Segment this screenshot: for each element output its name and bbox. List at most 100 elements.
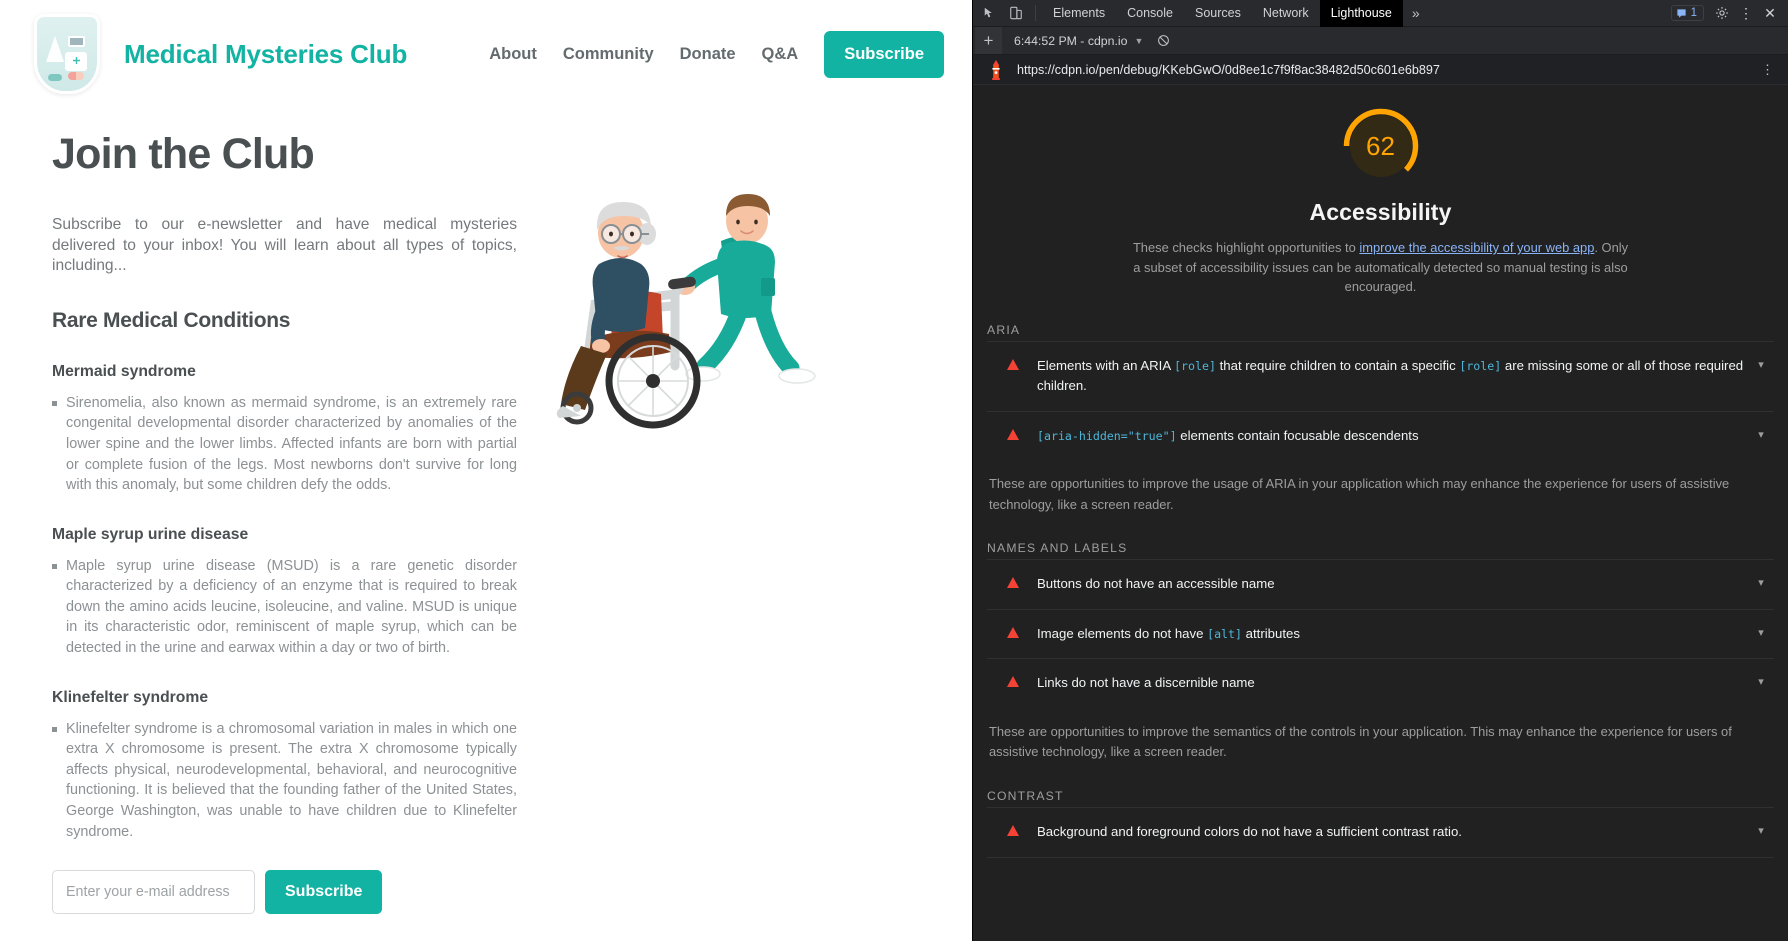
chevron-down-icon[interactable]: ▾ bbox=[1754, 576, 1768, 589]
list-item: Klinefelter syndrome is a chromosomal va… bbox=[52, 719, 517, 843]
audit-row[interactable]: Buttons do not have an accessible name ▾ bbox=[987, 559, 1774, 608]
main-nav: About Community Donate Q&A Subscribe bbox=[489, 30, 944, 78]
audit-text-part: Links do not have a discernible name bbox=[1037, 675, 1255, 691]
audit-row[interactable]: [aria-hidden="true"] elements contain fo… bbox=[987, 410, 1774, 460]
kebab-menu-icon[interactable]: ⋮ bbox=[1757, 62, 1778, 78]
audit-text-part: Buttons do not have an accessible name bbox=[1037, 576, 1275, 592]
audit-title: Background and foreground colors do not … bbox=[1037, 822, 1754, 842]
nav-item-about[interactable]: About bbox=[489, 45, 537, 64]
audit-code-part: [role] bbox=[1459, 358, 1502, 373]
condition-list: Maple syrup urine disease (MSUD) is a ra… bbox=[52, 556, 517, 659]
fail-warning-icon bbox=[1007, 825, 1019, 837]
tab-lighthouse[interactable]: Lighthouse bbox=[1319, 0, 1403, 27]
nav-item-qa[interactable]: Q&A bbox=[762, 45, 799, 64]
audit-row[interactable]: Elements with an ARIA [role] that requir… bbox=[987, 340, 1774, 411]
condition-list: Sirenomelia, also known as mermaid syndr… bbox=[52, 393, 517, 496]
audit-title: Image elements do not have [alt] attribu… bbox=[1037, 624, 1754, 644]
lighthouse-subbar: + 6:44:52 PM - cdpn.io ▼ bbox=[973, 27, 1788, 55]
content-column: Subscribe to our e-newsletter and have m… bbox=[52, 215, 517, 941]
audit-code-part: [role] bbox=[1174, 358, 1216, 373]
fail-warning-icon bbox=[1007, 428, 1019, 440]
chevron-down-icon[interactable]: ▾ bbox=[1754, 824, 1768, 837]
chevron-down-icon[interactable]: ▾ bbox=[1754, 626, 1768, 639]
report-run-selector[interactable]: 6:44:52 PM - cdpn.io ▼ bbox=[1014, 34, 1143, 48]
audit-text-part: attributes bbox=[1242, 625, 1300, 641]
nurse-pushing-elderly-man-in-wheelchair-illustration bbox=[525, 186, 830, 446]
gear-icon[interactable] bbox=[1710, 1, 1734, 25]
nav-item-donate[interactable]: Donate bbox=[680, 45, 736, 64]
chevron-down-icon[interactable]: ▾ bbox=[1754, 675, 1768, 688]
condition-title: Klinefelter syndrome bbox=[52, 688, 209, 706]
audit-title: [aria-hidden="true"] elements contain fo… bbox=[1037, 426, 1754, 446]
report-run-label: 6:44:52 PM - cdpn.io bbox=[1014, 33, 1128, 48]
audit-row[interactable]: Background and foreground colors do not … bbox=[987, 807, 1774, 858]
console-message-count[interactable]: 1 bbox=[1670, 5, 1704, 21]
group-description: These are opportunities to improve the u… bbox=[989, 476, 1730, 512]
fail-warning-icon bbox=[1007, 626, 1019, 638]
category-description: These checks highlight opportunities to … bbox=[1128, 238, 1633, 297]
audit-title: Elements with an ARIA [role] that requir… bbox=[1037, 356, 1754, 397]
audit-title: Buttons do not have an accessible name bbox=[1037, 574, 1754, 594]
message-count-value: 1 bbox=[1690, 7, 1697, 19]
chevron-down-icon[interactable]: ▾ bbox=[1754, 428, 1768, 441]
kebab-menu-icon[interactable]: ⋮ bbox=[1734, 1, 1758, 25]
report-url-bar: https://cdpn.io/pen/debug/KKebGwO/0d8ee1… bbox=[973, 55, 1788, 85]
close-icon[interactable]: ✕ bbox=[1758, 1, 1782, 25]
report-url: https://cdpn.io/pen/debug/KKebGwO/0d8ee1… bbox=[1017, 62, 1440, 77]
toolbar-right-group: 1 ⋮ ✕ bbox=[1670, 1, 1784, 25]
section-title: Rare Medical Conditions bbox=[52, 308, 291, 332]
tab-sources[interactable]: Sources bbox=[1184, 0, 1252, 27]
audit-row[interactable]: Image elements do not have [alt] attribu… bbox=[987, 608, 1774, 658]
audit-text-part: elements contain focusable descendents bbox=[1176, 427, 1419, 443]
audit-text-part: Background and foreground colors do not … bbox=[1037, 824, 1462, 840]
page-title: Join the Club bbox=[52, 130, 315, 178]
site-title[interactable]: Medical Mysteries Club bbox=[124, 39, 407, 70]
section-heading-aria: ARIA bbox=[987, 322, 1021, 337]
fail-warning-icon bbox=[1007, 358, 1019, 370]
chevron-down-icon[interactable]: ▾ bbox=[1754, 358, 1768, 371]
devtools-tabbar: Elements Console Sources Network Lightho… bbox=[973, 0, 1788, 27]
audit-row[interactable]: Links do not have a discernible name ▾ bbox=[987, 658, 1774, 707]
screen-root: Medical Mysteries Club About Community D… bbox=[0, 0, 1788, 941]
devtools-panel: Elements Console Sources Network Lightho… bbox=[972, 0, 1788, 941]
lighthouse-logo-icon bbox=[987, 59, 1005, 81]
list-item: Sirenomelia, also known as mermaid syndr… bbox=[52, 393, 517, 496]
condition-list: Klinefelter syndrome is a chromosomal va… bbox=[52, 719, 517, 843]
fail-warning-icon bbox=[1007, 577, 1019, 589]
audit-code-part: [alt] bbox=[1207, 626, 1242, 641]
device-toolbar-icon[interactable] bbox=[1003, 1, 1029, 25]
accessibility-docs-link[interactable]: improve the accessibility of your web ap… bbox=[1359, 240, 1594, 255]
score-gauge-area: 62 Accessibility These checks highlight … bbox=[973, 85, 1788, 297]
audit-code-part: [aria-hidden="true"] bbox=[1037, 428, 1177, 443]
tab-elements[interactable]: Elements bbox=[1042, 0, 1116, 27]
group-description: These are opportunities to improve the s… bbox=[989, 723, 1732, 760]
list-item: Maple syrup urine disease (MSUD) is a ra… bbox=[52, 556, 517, 659]
subscribe-form: Subscribe bbox=[52, 870, 517, 915]
fail-warning-icon bbox=[1007, 676, 1019, 688]
condition-title: Mermaid syndrome bbox=[52, 362, 196, 380]
site-header: Medical Mysteries Club About Community D… bbox=[0, 0, 972, 108]
header-subscribe-button[interactable]: Subscribe bbox=[824, 30, 944, 78]
audit-text-part: that require children to contain a speci… bbox=[1215, 357, 1460, 373]
plus-icon[interactable]: + bbox=[975, 27, 1002, 54]
section-heading-contrast: CONTRAST bbox=[987, 789, 1064, 804]
section-heading-names-and-labels: NAMES AND LABELS bbox=[987, 541, 1128, 556]
lighthouse-report: 62 Accessibility These checks highlight … bbox=[973, 85, 1788, 941]
form-subscribe-button[interactable]: Subscribe bbox=[265, 870, 383, 915]
tab-console[interactable]: Console bbox=[1116, 0, 1184, 27]
inspect-element-icon[interactable] bbox=[977, 1, 1003, 25]
description-text-before: These checks highlight opportunities to bbox=[1132, 240, 1360, 255]
condition-title: Maple syrup urine disease bbox=[52, 525, 249, 543]
intro-paragraph: Subscribe to our e-newsletter and have m… bbox=[52, 216, 517, 275]
audit-text-part: Image elements do not have bbox=[1037, 625, 1208, 641]
medical-shield-logo-icon[interactable] bbox=[34, 14, 100, 94]
email-field[interactable] bbox=[52, 870, 255, 915]
nav-item-community[interactable]: Community bbox=[563, 45, 654, 64]
tab-network[interactable]: Network bbox=[1252, 0, 1320, 27]
accessibility-score-gauge: 62 bbox=[1342, 107, 1420, 185]
audit-text-part: Elements with an ARIA bbox=[1037, 357, 1175, 373]
audit-sections: ARIA Elements with an ARIA [role] that r… bbox=[973, 323, 1788, 858]
more-tabs-icon[interactable]: » bbox=[1403, 5, 1429, 21]
clear-all-icon[interactable] bbox=[1153, 31, 1173, 51]
chevron-down-icon: ▼ bbox=[1134, 35, 1144, 46]
